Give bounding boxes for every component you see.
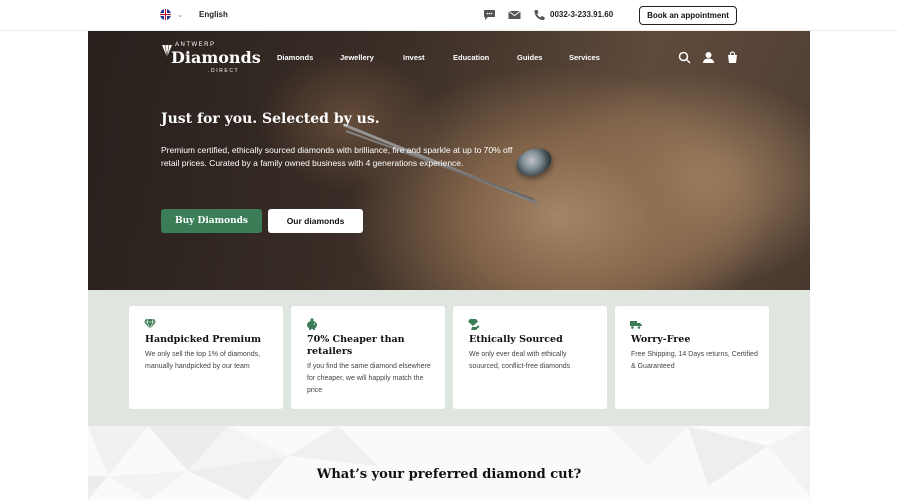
search-icon[interactable] <box>678 51 691 64</box>
feature-text: We only ever deal with ethically souurce… <box>469 351 571 370</box>
logo-main-text: Diamonds <box>171 48 261 67</box>
hero-section: ANTWERP Diamonds .DIRECT Diamonds Jewell… <box>88 31 810 290</box>
phone-icon[interactable] <box>533 9 546 21</box>
geometric-background <box>88 426 810 500</box>
feature-text: If you find the same diamond elsewhere f… <box>307 363 431 394</box>
nav-item-diamonds[interactable]: Diamonds <box>277 53 313 62</box>
nav-item-jewellery[interactable]: Jewellery <box>340 53 374 62</box>
features-section: Handpicked Premium We only sell the top … <box>88 290 810 426</box>
piggy-bank-icon <box>307 318 317 330</box>
our-diamonds-button[interactable]: Our diamonds <box>268 209 363 233</box>
language-label: English <box>199 10 228 19</box>
feature-card: Handpicked Premium We only sell the top … <box>129 306 283 409</box>
uk-flag-icon <box>160 9 171 20</box>
feature-title: Handpicked Premium <box>145 334 262 345</box>
mail-icon[interactable] <box>508 9 521 21</box>
diamond-cut-section: What’s your preferred diamond cut? <box>88 426 810 500</box>
feature-text: Free Shipping, 14 Days returns, Certifie… <box>631 351 758 370</box>
chevron-down-icon: ⌄ <box>177 9 184 19</box>
account-icon[interactable] <box>702 51 715 64</box>
page: ⌄ English 0032-3-233.91.60 Book an appoi… <box>0 0 898 500</box>
hero-description: Premium certified, ethically sourced dia… <box>161 145 513 168</box>
cart-icon[interactable] <box>726 51 739 64</box>
phone-number[interactable]: 0032-3-233.91.60 <box>550 10 613 19</box>
language-selector[interactable]: ⌄ English <box>160 9 228 20</box>
site-logo[interactable]: ANTWERP Diamonds .DIRECT <box>161 42 261 74</box>
logo-sub-text: .DIRECT <box>208 68 240 74</box>
feature-card: Worry-Free Free Shipping, 14 Days return… <box>615 306 769 409</box>
truck-icon <box>630 321 642 329</box>
chat-icon[interactable] <box>483 9 496 21</box>
buy-diamonds-button[interactable]: Buy Diamonds <box>161 209 262 233</box>
nav-icons <box>678 51 738 65</box>
feature-title: 70% Cheaper than retailers <box>307 334 405 357</box>
book-appointment-button[interactable]: Book an appointment <box>639 6 737 25</box>
nav-item-education[interactable]: Education <box>453 53 489 62</box>
feature-card: Ethically Sourced We only ever deal with… <box>453 306 607 409</box>
nav-item-services[interactable]: Services <box>569 53 600 62</box>
hand-diamond-icon <box>468 319 479 330</box>
feature-title: Ethically Sourced <box>469 334 563 345</box>
cut-section-title: What’s your preferred diamond cut? <box>316 467 582 482</box>
feature-title: Worry-Free <box>631 334 691 345</box>
feature-card: 70% Cheaper than retailers If you find t… <box>291 306 445 409</box>
contact-icons <box>483 9 546 21</box>
feature-text: We only sell the top 1% of diamonds, man… <box>145 351 261 370</box>
nav-item-invest[interactable]: Invest <box>403 53 425 62</box>
hero-title: Just for you. Selected by us. <box>161 111 380 127</box>
top-bar: ⌄ English 0032-3-233.91.60 Book an appoi… <box>0 0 898 31</box>
nav-item-guides[interactable]: Guides <box>517 53 542 62</box>
diamond-icon <box>144 318 156 330</box>
